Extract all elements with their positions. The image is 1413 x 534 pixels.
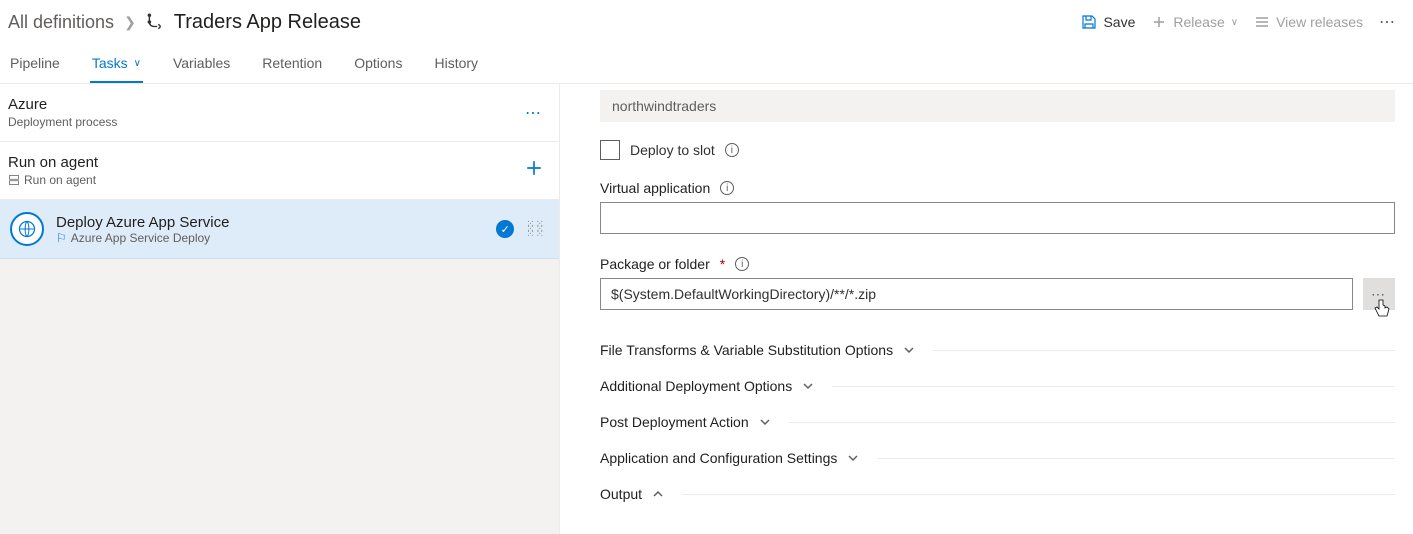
info-icon[interactable]: i	[720, 181, 734, 195]
tabs: Pipeline Tasks ∨ Variables Retention Opt…	[0, 44, 1413, 84]
chevron-down-icon	[847, 452, 859, 464]
section-output[interactable]: Output	[600, 476, 1395, 512]
chevron-down-icon	[802, 380, 814, 392]
release-button[interactable]: Release	[1151, 14, 1224, 30]
section-file-transforms[interactable]: File Transforms & Variable Substitution …	[600, 332, 1395, 368]
section-label: Post Deployment Action	[600, 414, 749, 430]
task-text: Deploy Azure App Service ⚐ Azure App Ser…	[56, 214, 229, 245]
task-actions: ✓ ⁙⁙⁙⁙⁙⁙	[496, 220, 545, 238]
flag-icon: ⚐	[56, 231, 67, 245]
task-row-deploy[interactable]: Deploy Azure App Service ⚐ Azure App Ser…	[0, 200, 559, 259]
process-more-button[interactable]: ⋯	[525, 103, 543, 123]
save-label: Save	[1103, 14, 1135, 30]
package-input[interactable]	[600, 278, 1353, 310]
package-label-row: Package or folder * i	[600, 256, 1395, 272]
agent-sub-label: Run on agent	[24, 173, 96, 187]
agent-title: Run on agent	[8, 154, 98, 171]
tab-retention[interactable]: Retention	[260, 55, 324, 83]
azure-app-service-icon	[10, 212, 44, 246]
deploy-to-slot-label: Deploy to slot	[630, 142, 715, 158]
plus-icon	[525, 159, 543, 177]
header-actions: Save Release ∨ View releases ⋯	[1081, 12, 1397, 32]
chevron-down-icon	[903, 344, 915, 356]
package-field: Package or folder * i ⋯	[600, 256, 1395, 310]
process-subtitle: Deployment process	[8, 115, 117, 129]
section-label: Output	[600, 486, 642, 502]
agent-subtitle: Run on agent	[8, 173, 98, 187]
section-additional-deploy[interactable]: Additional Deployment Options	[600, 368, 1395, 404]
ellipsis-icon: ⋯	[1371, 286, 1387, 303]
task-enabled-badge[interactable]: ✓	[496, 220, 514, 238]
server-icon	[8, 174, 20, 186]
list-icon	[1254, 14, 1270, 30]
plus-icon	[1151, 14, 1167, 30]
virtual-app-label: Virtual application	[600, 180, 710, 196]
chevron-down-icon[interactable]: ∨	[134, 58, 141, 69]
tab-variables[interactable]: Variables	[171, 55, 232, 83]
save-button[interactable]: Save	[1081, 14, 1135, 30]
header: All definitions ❯ Traders App Release Sa…	[0, 0, 1413, 44]
process-header[interactable]: Azure Deployment process ⋯	[0, 84, 559, 142]
deploy-to-slot-row: Deploy to slot i	[600, 140, 1395, 160]
section-label: File Transforms & Variable Substitution …	[600, 342, 893, 358]
release-chevron-icon[interactable]: ∨	[1231, 17, 1238, 28]
virtual-app-input[interactable]	[600, 202, 1395, 234]
section-app-config[interactable]: Application and Configuration Settings	[600, 440, 1395, 476]
tab-pipeline[interactable]: Pipeline	[8, 55, 62, 83]
info-icon[interactable]: i	[725, 143, 739, 157]
more-actions-button[interactable]: ⋯	[1379, 12, 1397, 32]
breadcrumb-root[interactable]: All definitions	[8, 12, 114, 33]
release-definition-icon	[146, 13, 164, 31]
chevron-down-icon	[759, 416, 771, 428]
drag-handle-icon[interactable]: ⁙⁙⁙⁙⁙⁙	[526, 222, 545, 237]
definition-title[interactable]: Traders App Release	[174, 11, 361, 34]
virtual-app-label-row: Virtual application i	[600, 180, 1395, 196]
save-icon	[1081, 14, 1097, 30]
virtual-app-field: Virtual application i	[600, 180, 1395, 234]
tab-history[interactable]: History	[432, 55, 480, 83]
cursor-icon	[1374, 299, 1390, 324]
process-title: Azure	[8, 96, 117, 113]
main-content: Azure Deployment process ⋯ Run on agent …	[0, 84, 1413, 534]
breadcrumb: All definitions ❯ Traders App Release	[8, 11, 361, 34]
agent-phase-row[interactable]: Run on agent Run on agent	[0, 142, 559, 200]
deploy-to-slot-checkbox[interactable]	[600, 140, 620, 160]
tab-tasks[interactable]: Tasks ∨	[90, 55, 143, 83]
tab-tasks-label: Tasks	[92, 55, 128, 71]
section-label: Application and Configuration Settings	[600, 450, 837, 466]
task-title: Deploy Azure App Service	[56, 214, 229, 231]
package-label: Package or folder	[600, 256, 710, 272]
agent-phase-text: Run on agent Run on agent	[8, 154, 98, 187]
tab-options[interactable]: Options	[352, 55, 404, 83]
chevron-up-icon	[652, 488, 664, 500]
info-icon[interactable]: i	[735, 257, 749, 271]
browse-button[interactable]: ⋯	[1363, 278, 1395, 310]
required-marker: *	[720, 256, 725, 272]
chevron-right-icon: ❯	[124, 14, 136, 31]
app-service-name-value: northwindtraders	[600, 90, 1395, 122]
section-label: Additional Deployment Options	[600, 378, 792, 394]
add-task-button[interactable]	[525, 159, 543, 182]
view-releases-button[interactable]: View releases	[1254, 14, 1363, 30]
task-subtitle: ⚐ Azure App Service Deploy	[56, 231, 229, 245]
left-filler	[0, 259, 559, 534]
view-releases-label: View releases	[1276, 14, 1363, 30]
package-input-row: ⋯	[600, 278, 1395, 310]
left-pane: Azure Deployment process ⋯ Run on agent …	[0, 84, 560, 534]
section-post-deploy[interactable]: Post Deployment Action	[600, 404, 1395, 440]
process-header-text: Azure Deployment process	[8, 96, 117, 129]
task-sub-label: Azure App Service Deploy	[71, 231, 210, 245]
release-label: Release	[1173, 14, 1224, 30]
right-pane: northwindtraders Deploy to slot i Virtua…	[560, 84, 1413, 534]
